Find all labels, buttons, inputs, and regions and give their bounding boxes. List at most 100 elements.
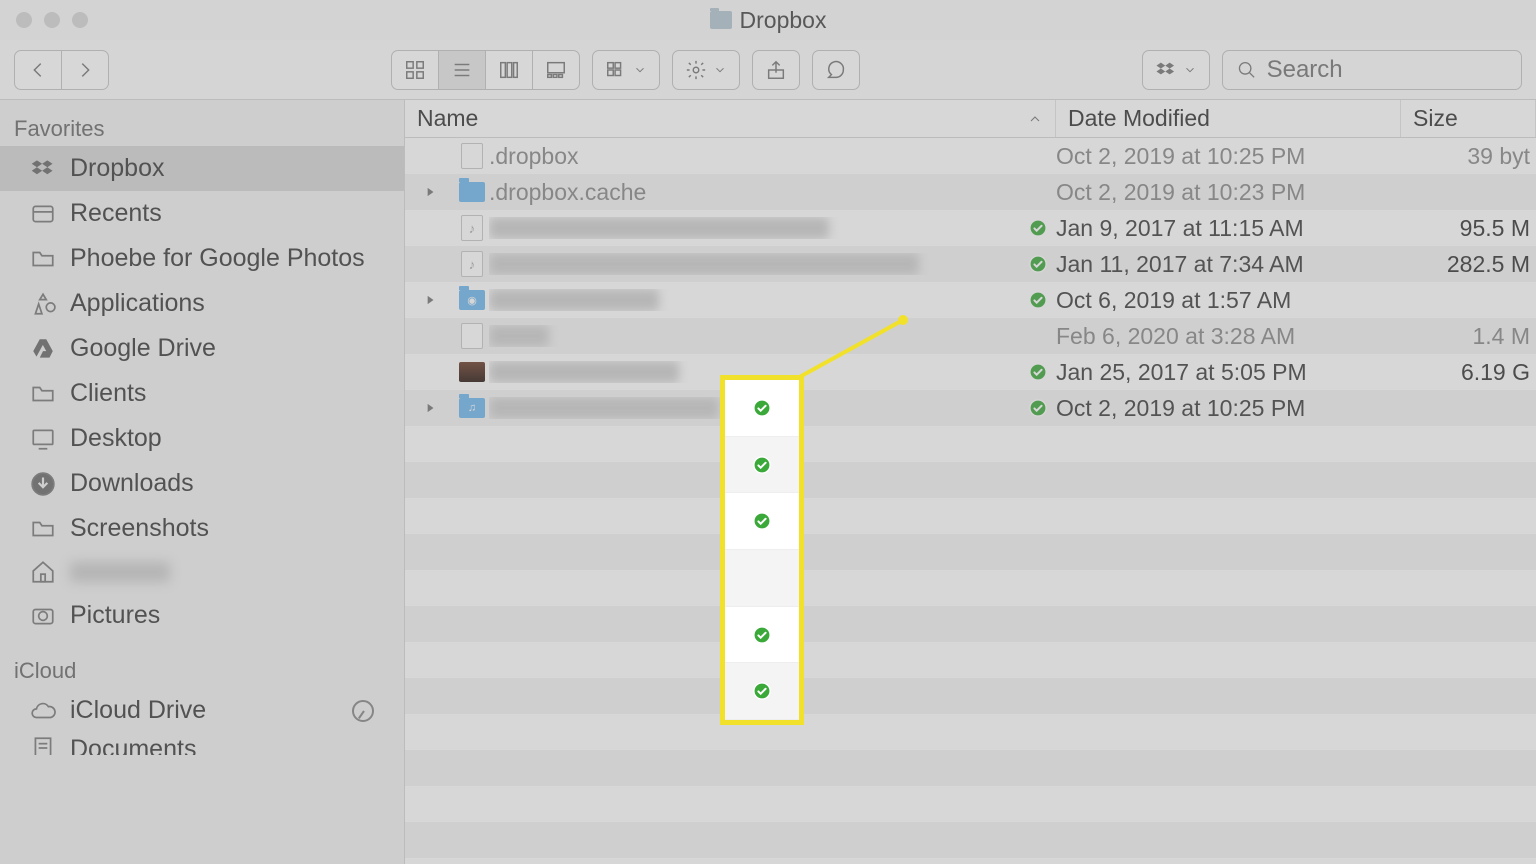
- column-view-button[interactable]: [486, 50, 533, 90]
- back-button[interactable]: [14, 50, 62, 90]
- sidebar-item-applications[interactable]: Applications: [0, 281, 404, 326]
- search-field[interactable]: [1222, 50, 1522, 90]
- sidebar: Favorites DropboxRecentsPhoebe for Googl…: [0, 100, 405, 864]
- file-name: [489, 217, 1020, 239]
- audio-file-icon: [461, 251, 483, 277]
- table-row[interactable]: Feb 6, 2020 at 3:28 AM1.4 M: [405, 318, 1536, 354]
- sidebar-item-pictures[interactable]: Pictures: [0, 593, 404, 638]
- desktop-icon: [30, 426, 56, 452]
- image-thumbnail-icon: [459, 362, 485, 382]
- sidebar-item-google-drive[interactable]: Google Drive: [0, 326, 404, 371]
- sidebar-item-phoebe-for-google-photos[interactable]: Phoebe for Google Photos: [0, 236, 404, 281]
- sidebar-item-icloud-drive[interactable]: iCloud Drive: [0, 688, 404, 733]
- sidebar-item-label: Clients: [70, 379, 146, 408]
- audio-file-icon: [461, 215, 483, 241]
- sync-complete-icon: [753, 626, 771, 644]
- table-row[interactable]: Jan 25, 2017 at 5:05 PM6.19 G: [405, 354, 1536, 390]
- sidebar-item-label: Documents: [70, 735, 196, 755]
- sync-complete-icon: [753, 682, 771, 700]
- gallery-view-button[interactable]: [533, 50, 580, 90]
- file-list: Name Date Modified Size .dropbox Oct 2, 2…: [405, 100, 1536, 864]
- date-modified: Oct 2, 2019 at 10:23 PM: [1056, 179, 1401, 206]
- disclosure-triangle[interactable]: [405, 293, 455, 307]
- sync-complete-icon: [1029, 399, 1047, 417]
- list-view-button[interactable]: [439, 50, 486, 90]
- sync-complete-icon: [1029, 291, 1047, 309]
- camera-folder-icon: [459, 290, 485, 310]
- progress-pie-icon: [352, 700, 374, 722]
- column-date[interactable]: Date Modified: [1056, 100, 1401, 137]
- sync-complete-icon: [1029, 219, 1047, 237]
- empty-row: [405, 858, 1536, 864]
- gdrive-icon: [30, 336, 56, 362]
- sidebar-item-desktop[interactable]: Desktop: [0, 416, 404, 461]
- view-mode-buttons: [391, 50, 580, 90]
- search-input[interactable]: [1267, 56, 1507, 84]
- pictures-icon: [30, 603, 56, 629]
- folder-icon: [30, 516, 56, 542]
- table-row[interactable]: Oct 2, 2019 at 10:25 PM: [405, 390, 1536, 426]
- disclosure-triangle[interactable]: [405, 185, 455, 199]
- folder-icon: [459, 182, 485, 202]
- table-row[interactable]: Oct 6, 2019 at 1:57 AM: [405, 282, 1536, 318]
- column-headers: Name Date Modified Size: [405, 100, 1536, 138]
- sync-complete-icon: [1029, 363, 1047, 381]
- music-folder-icon: [459, 398, 485, 418]
- icon-view-button[interactable]: [391, 50, 439, 90]
- sidebar-item-label: [70, 562, 170, 582]
- sidebar-section-favorites: Favorites: [0, 110, 404, 146]
- arrange-button-group: [592, 50, 660, 90]
- disclosure-triangle[interactable]: [405, 401, 455, 415]
- sidebar-item-dropbox[interactable]: Dropbox: [0, 146, 404, 191]
- sidebar-item-recents[interactable]: Recents: [0, 191, 404, 236]
- sidebar-item-label: iCloud Drive: [70, 696, 206, 725]
- sidebar-item-label: Desktop: [70, 424, 162, 453]
- arrange-button[interactable]: [592, 50, 660, 90]
- dropbox-toolbar-button[interactable]: [1142, 50, 1210, 90]
- sidebar-item-downloads[interactable]: Downloads: [0, 461, 404, 506]
- empty-row: [405, 750, 1536, 786]
- share-button[interactable]: [752, 50, 800, 90]
- callout-cell: [725, 437, 799, 494]
- rows-container: .dropboxOct 2, 2019 at 10:25 PM39 byt.dr…: [405, 138, 1536, 864]
- toolbar: [0, 40, 1536, 100]
- column-size[interactable]: Size: [1401, 100, 1536, 137]
- file-icon: [461, 143, 483, 169]
- sidebar-item-label: Downloads: [70, 469, 194, 498]
- sync-complete-icon: [753, 399, 771, 417]
- file-size: 95.5 M: [1401, 215, 1536, 242]
- apps-icon: [30, 291, 56, 317]
- date-modified: Feb 6, 2020 at 3:28 AM: [1056, 323, 1401, 350]
- table-row[interactable]: .dropbox.cache Oct 2, 2019 at 10:23 PM: [405, 174, 1536, 210]
- empty-row: [405, 678, 1536, 714]
- callout-box: [720, 375, 804, 725]
- file-name: .dropbox.cache: [489, 179, 1020, 206]
- callout-cell: [725, 550, 799, 607]
- sidebar-item-screenshots[interactable]: Screenshots: [0, 506, 404, 551]
- empty-row: [405, 498, 1536, 534]
- tags-button[interactable]: [812, 50, 860, 90]
- empty-row: [405, 822, 1536, 858]
- sidebar-item-documents[interactable]: Documents: [0, 733, 404, 755]
- recents-icon: [30, 201, 56, 227]
- sync-complete-icon: [753, 512, 771, 530]
- sidebar-item-clients[interactable]: Clients: [0, 371, 404, 416]
- file-name: .dropbox: [489, 143, 1020, 170]
- file-size: 282.5 M: [1401, 251, 1536, 278]
- forward-button[interactable]: [62, 50, 109, 90]
- date-modified: Jan 9, 2017 at 11:15 AM: [1056, 215, 1401, 242]
- sidebar-item-label: Pictures: [70, 601, 160, 630]
- sidebar-item-blurred[interactable]: [0, 551, 404, 593]
- empty-row: [405, 462, 1536, 498]
- table-row[interactable]: .dropboxOct 2, 2019 at 10:25 PM39 byt: [405, 138, 1536, 174]
- titlebar: Dropbox: [0, 0, 1536, 40]
- table-row[interactable]: Jan 9, 2017 at 11:15 AM95.5 M: [405, 210, 1536, 246]
- date-modified: Oct 2, 2019 at 10:25 PM: [1056, 143, 1401, 170]
- file-name: [489, 289, 1020, 311]
- action-button[interactable]: [672, 50, 740, 90]
- file-name: [489, 325, 1020, 347]
- column-name[interactable]: Name: [405, 100, 1056, 137]
- date-modified: Jan 11, 2017 at 7:34 AM: [1056, 251, 1401, 278]
- table-row[interactable]: Jan 11, 2017 at 7:34 AM282.5 M: [405, 246, 1536, 282]
- date-modified: Jan 25, 2017 at 5:05 PM: [1056, 359, 1401, 386]
